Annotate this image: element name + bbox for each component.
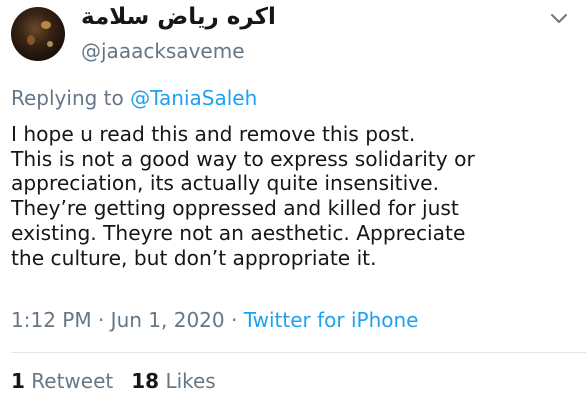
tweet-text: I hope u read this and remove this post.… bbox=[11, 122, 579, 270]
avatar-detail bbox=[27, 35, 35, 45]
tweet-text-line: existing. Theyre not an aesthetic. Appre… bbox=[11, 220, 466, 245]
likes-count: 18 bbox=[131, 369, 160, 393]
author-display-name[interactable]: اكره رياض سلامة bbox=[81, 4, 276, 30]
retweets-stat[interactable]: 1 Retweet bbox=[11, 369, 113, 393]
tweet-card: اكره رياض سلامة @jaaacksaveme Replying t… bbox=[0, 0, 586, 400]
likes-label: Likes bbox=[165, 369, 216, 393]
tweet-header: اكره رياض سلامة @jaaacksaveme bbox=[0, 0, 586, 80]
meta-separator: · bbox=[224, 308, 244, 332]
tweet-text-line: appreciation, its actually quite insensi… bbox=[11, 171, 439, 196]
divider bbox=[11, 352, 586, 353]
tweet-source-link[interactable]: Twitter for iPhone bbox=[244, 308, 419, 332]
likes-stat[interactable]: 18 Likes bbox=[131, 369, 216, 393]
replying-to-label: Replying to bbox=[11, 86, 131, 110]
reply-mention-link[interactable]: @TaniaSaleh bbox=[130, 86, 257, 110]
tweet-text-line: They’re getting oppressed and killed for… bbox=[11, 196, 459, 221]
retweets-count: 1 bbox=[11, 369, 25, 393]
avatar-detail bbox=[41, 21, 51, 29]
tweet-text-line: This is not a good way to express solida… bbox=[11, 146, 475, 171]
author-handle[interactable]: @jaaacksaveme bbox=[81, 39, 245, 63]
avatar[interactable] bbox=[11, 7, 65, 61]
tweet-stats: 1 Retweet 18 Likes bbox=[11, 369, 216, 393]
meta-separator: · bbox=[91, 308, 111, 332]
tweet-metadata: 1:12 PM · Jun 1, 2020 · Twitter for iPho… bbox=[11, 308, 418, 332]
replying-to: Replying to @TaniaSaleh bbox=[11, 86, 257, 110]
chevron-down-icon[interactable] bbox=[545, 4, 573, 32]
tweet-text-line: I hope u read this and remove this post. bbox=[11, 122, 416, 146]
tweet-text-line: the culture, but don’t appropriate it. bbox=[11, 245, 377, 270]
retweets-label: Retweet bbox=[31, 369, 114, 393]
tweet-date[interactable]: Jun 1, 2020 bbox=[111, 308, 225, 332]
tweet-time[interactable]: 1:12 PM bbox=[11, 308, 92, 332]
avatar-detail bbox=[47, 41, 53, 47]
